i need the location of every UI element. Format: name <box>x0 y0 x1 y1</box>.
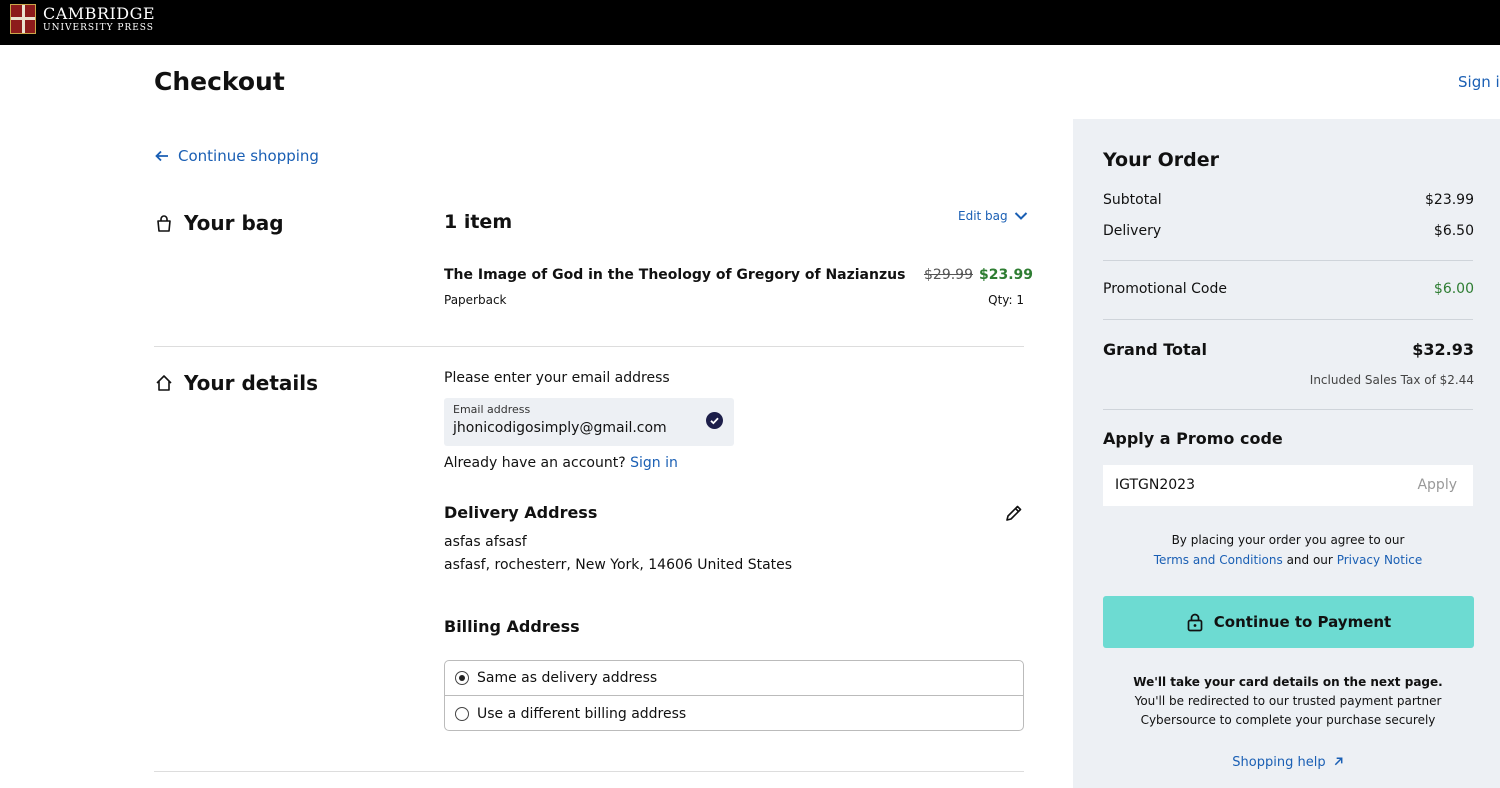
brand-bar: CAMBRIDGE UNIVERSITY PRESS <box>0 0 1500 45</box>
delivery-name: asfas afsasf <box>444 534 527 550</box>
email-field-value[interactable]: jhonicodigosimply@gmail.com <box>453 420 667 436</box>
lock-icon <box>1187 613 1203 632</box>
original-price: $29.99 <box>924 267 973 283</box>
radio-empty-icon[interactable] <box>455 706 469 721</box>
existing-account-text: Already have an account? <box>444 455 626 471</box>
logo-text: CAMBRIDGE UNIVERSITY PRESS <box>43 3 156 33</box>
your-details-heading: Your details <box>154 371 318 395</box>
promo-code-value[interactable]: IGTGN2023 <box>1115 477 1195 493</box>
promo-discount-value: $6.00 <box>1433 281 1474 297</box>
book-format: Paperback <box>444 293 507 307</box>
billing-option-same-label: Same as delivery address <box>477 670 658 686</box>
billing-option-different-label: Use a different billing address <box>477 705 687 722</box>
promo-discount-label: Promotional Code <box>1103 281 1227 297</box>
logo-line-1: CAMBRIDGE <box>43 3 156 23</box>
shopping-help-label: Shopping help <box>1232 755 1326 770</box>
continue-to-payment-label: Continue to Payment <box>1213 613 1392 631</box>
your-bag-heading: Your bag <box>154 211 284 235</box>
email-prompt: Please enter your email address <box>444 370 670 386</box>
delivery-address-heading: Delivery Address <box>444 503 598 522</box>
delivery-value: $6.50 <box>1433 223 1474 239</box>
sales-tax-note: Included Sales Tax of $2.44 <box>1309 373 1474 387</box>
pencil-edit-icon[interactable] <box>1004 503 1024 523</box>
crest-icon <box>10 4 36 34</box>
subtotal-value: $23.99 <box>1425 192 1474 208</box>
page-title: Checkout <box>154 67 285 96</box>
agreement-text: By placing your order you agree to our <box>1171 533 1405 547</box>
payment-note-heading: We'll take your card details on the next… <box>1133 675 1443 689</box>
existing-account-line: Already have an account? Sign in <box>444 455 678 471</box>
payment-note-line-2: Cybersource to complete your purchase se… <box>1140 713 1436 727</box>
divider <box>154 346 1024 347</box>
promo-code-heading: Apply a Promo code <box>1103 429 1283 448</box>
agreement-and-text: and our <box>1286 553 1333 567</box>
your-bag-label: Your bag <box>184 211 284 235</box>
continue-shopping-label: Continue shopping <box>178 147 319 165</box>
details-sign-in-link[interactable]: Sign in <box>630 455 678 471</box>
bag-icon <box>157 215 171 232</box>
bag-item-count: 1 item <box>444 211 513 233</box>
email-field[interactable]: Email address jhonicodigosimply@gmail.co… <box>444 398 734 446</box>
continue-to-payment-button[interactable]: Continue to Payment <box>1103 596 1474 648</box>
checkout-main: Continue shopping Your bag 1 item Edit b… <box>0 119 1073 788</box>
header-sign-in-link[interactable]: Sign in <box>1458 73 1500 91</box>
cambridge-logo[interactable]: CAMBRIDGE UNIVERSITY PRESS <box>10 4 155 34</box>
order-summary-title: Your Order <box>1103 149 1219 171</box>
divider <box>1103 260 1473 261</box>
delivery-address-line: asfasf, rochesterr, New York, 14606 Unit… <box>444 557 793 573</box>
payment-note-line-1: You'll be redirected to our trusted paym… <box>1134 694 1442 708</box>
apply-promo-button[interactable]: Apply <box>1417 477 1457 493</box>
logo-line-2: UNIVERSITY PRESS <box>43 22 154 33</box>
your-details-label: Your details <box>184 371 319 395</box>
external-link-arrow-icon <box>1334 757 1343 766</box>
book-title: The Image of God in the Theology of Greg… <box>444 267 906 283</box>
continue-shopping-link[interactable]: Continue shopping <box>154 147 319 165</box>
terms-link[interactable]: Terms and Conditions <box>1154 553 1283 567</box>
shopping-help-line: Shopping help <box>1103 755 1473 770</box>
subtotal-label: Subtotal <box>1103 192 1162 208</box>
item-quantity: Qty: 1 <box>988 293 1024 307</box>
divider <box>154 771 1024 772</box>
chevron-down-icon <box>1014 212 1027 220</box>
billing-option-different[interactable]: Use a different billing address <box>445 696 1023 731</box>
delivery-label: Delivery <box>1103 223 1162 239</box>
order-summary: Your Order Subtotal $23.99 Delivery $6.5… <box>1073 119 1500 788</box>
privacy-link[interactable]: Privacy Notice <box>1337 553 1423 567</box>
divider <box>1103 319 1473 320</box>
edit-bag-label: Edit bag <box>958 209 1008 223</box>
divider <box>1103 409 1473 410</box>
radio-selected-icon[interactable] <box>455 671 469 685</box>
grand-total-value: $32.93 <box>1412 340 1474 359</box>
billing-option-same[interactable]: Same as delivery address <box>445 661 1023 696</box>
sale-price: $23.99 <box>979 267 1034 283</box>
grand-total-label: Grand Total <box>1103 340 1207 359</box>
email-field-label: Email address <box>453 403 531 416</box>
billing-address-heading: Billing Address <box>444 617 580 636</box>
page-header: Checkout Sign in <box>0 45 1500 119</box>
agreement-links: Terms and Conditions and our Privacy Not… <box>1103 553 1473 567</box>
home-icon <box>156 375 172 391</box>
check-circle-icon <box>706 412 723 429</box>
promo-code-input[interactable]: IGTGN2023 Apply <box>1103 465 1473 506</box>
arrow-left-icon <box>155 150 168 162</box>
shopping-help-link[interactable]: Shopping help <box>1232 755 1343 770</box>
billing-address-options: Same as delivery address Use a different… <box>444 660 1024 731</box>
edit-bag-toggle[interactable]: Edit bag <box>958 209 1028 223</box>
